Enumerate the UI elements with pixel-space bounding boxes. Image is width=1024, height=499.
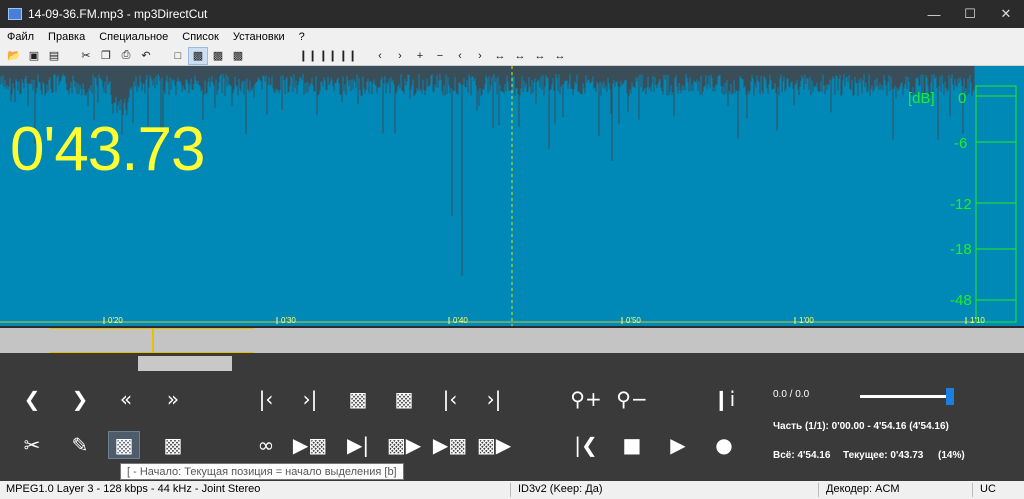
menu-edit[interactable]: Правка bbox=[41, 31, 92, 43]
play-around-start-icon[interactable]: ▶▩ bbox=[433, 431, 467, 459]
cue-split-icon[interactable]: ❙❙ bbox=[318, 47, 338, 65]
zoom-out-icon[interactable]: ⚲− bbox=[616, 385, 648, 413]
play-around-end-icon[interactable]: ▩▶ bbox=[477, 431, 511, 459]
go-start-icon[interactable]: |‹ bbox=[434, 385, 466, 413]
save-split-icon[interactable]: ▤ bbox=[44, 47, 64, 65]
waveform-graphic bbox=[0, 66, 1017, 326]
toolbar: 📂 ▣ ▤ ✂ ❐ ⎙ ↶ □ ▩ ▩ ▩ ❙❙ ❙❙ ❙❙ ‹ › + − ‹… bbox=[0, 46, 1024, 66]
menu-list[interactable]: Список bbox=[175, 31, 226, 43]
set-start-icon[interactable]: ▩ bbox=[108, 431, 140, 459]
go-sel-end-icon[interactable]: ›| bbox=[294, 385, 326, 413]
current-time-display: 0'43.73 bbox=[10, 115, 205, 184]
marker-move3-icon[interactable]: ↔ bbox=[530, 47, 550, 65]
loop-icon[interactable]: ∞ bbox=[250, 431, 282, 459]
waveform-view[interactable]: 0'43.73 [dB] 0 -6 -12 -18 -48 0'20 0'30 … bbox=[0, 66, 1024, 326]
play-sel-end-icon[interactable]: ▩▶ bbox=[387, 431, 421, 459]
mode-info: UC bbox=[980, 483, 996, 495]
overview-cursor[interactable] bbox=[152, 328, 154, 353]
time-tick-label: 0'30 bbox=[281, 316, 296, 325]
marker-next-icon[interactable]: › bbox=[390, 47, 410, 65]
undo-icon[interactable]: ↶ bbox=[136, 47, 156, 65]
pencil-icon[interactable]: ✎ bbox=[64, 431, 96, 459]
go-end-icon[interactable]: ›| bbox=[478, 385, 510, 413]
app-icon bbox=[8, 8, 22, 20]
marker-move2-icon[interactable]: ↔ bbox=[510, 47, 530, 65]
cut-icon[interactable]: ✂ bbox=[76, 47, 96, 65]
sel-end-forward-icon[interactable]: ▩ bbox=[388, 385, 420, 413]
level-meter bbox=[975, 85, 1017, 323]
page-icon[interactable]: □ bbox=[168, 47, 188, 65]
play-icon[interactable]: ▶ bbox=[662, 431, 694, 459]
marker-add-icon[interactable]: + bbox=[410, 47, 430, 65]
pause-marker-icon[interactable]: ❙❙ bbox=[338, 47, 358, 65]
time-tick-label: 1'00 bbox=[799, 316, 814, 325]
scroll-thumb[interactable] bbox=[138, 356, 232, 371]
paste-icon[interactable]: ⎙ bbox=[116, 47, 136, 65]
db-scale-48: -48 bbox=[950, 292, 972, 309]
marker-move-icon[interactable]: ↔ bbox=[490, 47, 510, 65]
status-bar: MPEG1.0 Layer 3 - 128 kbps - 44 kHz - Jo… bbox=[0, 481, 1024, 499]
volume-slider-thumb[interactable] bbox=[946, 388, 954, 405]
volume-slider[interactable] bbox=[860, 388, 954, 405]
window-title: 14-09-36.FM.mp3 - mp3DirectCut bbox=[28, 7, 208, 21]
record-icon[interactable]: ● bbox=[708, 431, 740, 459]
current-time: Текущее: 0'43.73 bbox=[843, 450, 924, 461]
cue-icon[interactable]: ❙❙ bbox=[298, 47, 318, 65]
db-scale-6: -6 bbox=[954, 135, 968, 152]
db-unit-label: [dB] bbox=[908, 90, 935, 107]
go-sel-start-icon[interactable]: |‹ bbox=[250, 385, 282, 413]
title-bar: 14-09-36.FM.mp3 - mp3DirectCut — ☐ ✕ bbox=[0, 0, 1024, 28]
decoder-info: Декодер: ACM bbox=[826, 483, 900, 495]
menu-bar: Файл Правка Специальное Список Установки… bbox=[0, 28, 1024, 46]
fast-back-icon[interactable]: « bbox=[110, 385, 142, 413]
info-icon[interactable]: ❙i bbox=[708, 385, 740, 413]
copy-icon[interactable]: ❐ bbox=[96, 47, 116, 65]
marker-right-icon[interactable]: › bbox=[470, 47, 490, 65]
menu-special[interactable]: Специальное bbox=[92, 31, 175, 43]
page-mark-icon[interactable]: ▩ bbox=[228, 47, 248, 65]
minimize-button[interactable]: — bbox=[916, 0, 952, 28]
time-tick-label: 0'50 bbox=[626, 316, 641, 325]
marker-left-icon[interactable]: ‹ bbox=[450, 47, 470, 65]
sel-start-back-icon[interactable]: ▩ bbox=[342, 385, 374, 413]
play-to-start-icon[interactable]: ▶| bbox=[342, 431, 374, 459]
cut-scissors-icon[interactable]: ✂ bbox=[16, 431, 48, 459]
zoom-in-icon[interactable]: ⚲+ bbox=[570, 385, 602, 413]
maximize-button[interactable]: ☐ bbox=[952, 0, 988, 28]
page-end-icon[interactable]: ▩ bbox=[208, 47, 228, 65]
overview-bar[interactable] bbox=[0, 326, 1024, 353]
time-tick-label: 1'10 bbox=[970, 316, 985, 325]
close-button[interactable]: ✕ bbox=[988, 0, 1024, 28]
save-icon[interactable]: ▣ bbox=[24, 47, 44, 65]
fast-forward-icon[interactable]: » bbox=[157, 385, 189, 413]
step-back-icon[interactable]: ❮ bbox=[16, 385, 48, 413]
format-info: MPEG1.0 Layer 3 - 128 kbps - 44 kHz - Jo… bbox=[6, 483, 261, 495]
menu-settings[interactable]: Установки bbox=[226, 31, 292, 43]
marker-prev-icon[interactable]: ‹ bbox=[370, 47, 390, 65]
db-scale-12: -12 bbox=[950, 196, 972, 213]
db-scale-0: 0 bbox=[958, 90, 967, 107]
time-tick-label: 0'40 bbox=[453, 316, 468, 325]
stop-icon[interactable]: ■ bbox=[616, 431, 648, 459]
play-selection-icon[interactable]: ▶▩ bbox=[293, 431, 327, 459]
tag-info: ID3v2 (Keep: Да) bbox=[518, 483, 603, 495]
skip-to-start-icon[interactable]: |❮ bbox=[570, 431, 602, 459]
tooltip: [ - Начало: Текущая позиция = начало выд… bbox=[120, 463, 404, 480]
level-readout: 0.0 / 0.0 bbox=[773, 389, 810, 400]
page-begin-icon[interactable]: ▩ bbox=[188, 46, 208, 65]
step-forward-icon[interactable]: ❯ bbox=[64, 385, 96, 413]
menu-file[interactable]: Файл bbox=[0, 31, 41, 43]
db-scale-18: -18 bbox=[950, 241, 972, 258]
part-info: Часть (1/1): 0'00.00 - 4'54.16 (4'54.16) bbox=[773, 421, 949, 432]
marker-remove-icon[interactable]: − bbox=[430, 47, 450, 65]
time-tick-label: 0'20 bbox=[108, 316, 123, 325]
marker-move4-icon[interactable]: ↔ bbox=[550, 47, 570, 65]
set-end-icon[interactable]: ▩ bbox=[157, 431, 189, 459]
menu-help[interactable]: ? bbox=[292, 31, 312, 43]
total-time: Всё: 4'54.16 bbox=[773, 450, 831, 461]
open-icon[interactable]: 📂 bbox=[4, 47, 24, 65]
current-percent: (14%) bbox=[938, 450, 965, 461]
